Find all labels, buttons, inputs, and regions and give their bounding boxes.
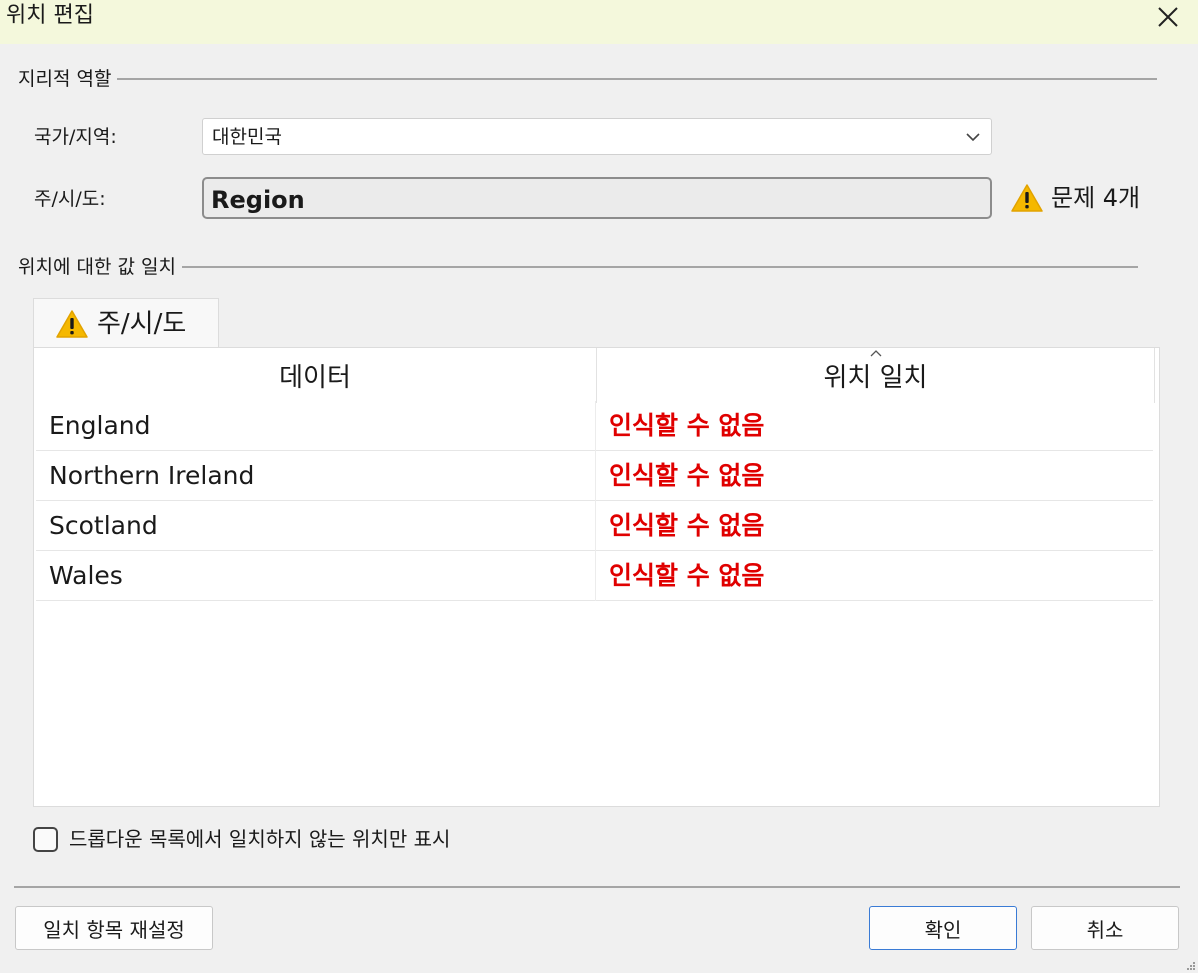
warning-icon — [56, 309, 88, 338]
dialog-title: 위치 편집 — [6, 3, 94, 28]
tab-state-label: 주/시/도 — [97, 308, 187, 339]
state-field[interactable]: Region — [202, 177, 992, 219]
row-match-status[interactable]: 인식할 수 없음 — [609, 511, 764, 541]
title-bar: 위치 편집 — [0, 0, 1198, 44]
row-match-status[interactable]: 인식할 수 없음 — [609, 561, 764, 591]
geo-role-section-header: 지리적 역할 — [18, 67, 1158, 91]
country-value: 대한민국 — [212, 126, 282, 148]
match-section-header: 위치에 대한 값 일치 — [18, 255, 1138, 279]
cell-divider — [595, 501, 596, 551]
sort-ascending-icon — [870, 350, 882, 357]
unmatched-only-label[interactable]: 드롭다운 목록에서 일치하지 않는 위치만 표시 — [69, 826, 450, 852]
match-section-title: 위치에 대한 값 일치 — [18, 256, 176, 278]
geo-role-section-title: 지리적 역할 — [18, 68, 112, 90]
close-button[interactable] — [1146, 0, 1190, 34]
country-dropdown[interactable]: 대한민국 — [202, 118, 992, 155]
table-row[interactable]: Scotland 인식할 수 없음 — [36, 501, 1153, 551]
cancel-button[interactable]: 취소 — [1031, 906, 1179, 950]
row-data: Scotland — [49, 511, 158, 540]
unmatched-only-checkbox-row[interactable]: 드롭다운 목록에서 일치하지 않는 위치만 표시 — [33, 826, 450, 852]
state-field-value: Region — [211, 186, 305, 214]
row-data: Wales — [49, 561, 123, 590]
state-label: 주/시/도: — [34, 188, 106, 210]
cell-divider — [595, 551, 596, 601]
close-icon — [1158, 7, 1178, 27]
section-divider — [181, 266, 1138, 268]
resize-grip-icon[interactable] — [1186, 961, 1196, 971]
section-divider — [117, 78, 1158, 80]
tab-state[interactable]: 주/시/도 — [33, 298, 219, 348]
issue-count-text: 문제 4개 — [1051, 184, 1141, 212]
cell-divider — [595, 401, 596, 451]
row-match-status[interactable]: 인식할 수 없음 — [609, 411, 764, 441]
warning-icon — [1011, 184, 1043, 212]
row-match-status[interactable]: 인식할 수 없음 — [609, 461, 764, 491]
unmatched-only-checkbox[interactable] — [33, 826, 58, 852]
cell-divider — [595, 451, 596, 501]
footer-divider — [14, 886, 1180, 888]
column-divider[interactable] — [1154, 348, 1155, 403]
match-grid: 데이터 위치 일치 England 인식할 수 없음 Northern Irel… — [33, 347, 1160, 807]
reset-matches-button[interactable]: 일치 항목 재설정 — [15, 906, 213, 950]
table-row[interactable]: Northern Ireland 인식할 수 없음 — [36, 451, 1153, 501]
row-data: England — [49, 411, 151, 440]
country-label: 국가/지역: — [34, 126, 117, 148]
table-row[interactable]: England 인식할 수 없음 — [36, 401, 1153, 451]
row-data: Northern Ireland — [49, 461, 255, 490]
chevron-down-icon — [966, 133, 980, 142]
column-header-data[interactable]: 데이터 — [34, 348, 596, 403]
table-row[interactable]: Wales 인식할 수 없음 — [36, 551, 1153, 601]
issue-indicator[interactable]: 문제 4개 — [1010, 182, 1140, 214]
ok-button[interactable]: 확인 — [869, 906, 1017, 950]
